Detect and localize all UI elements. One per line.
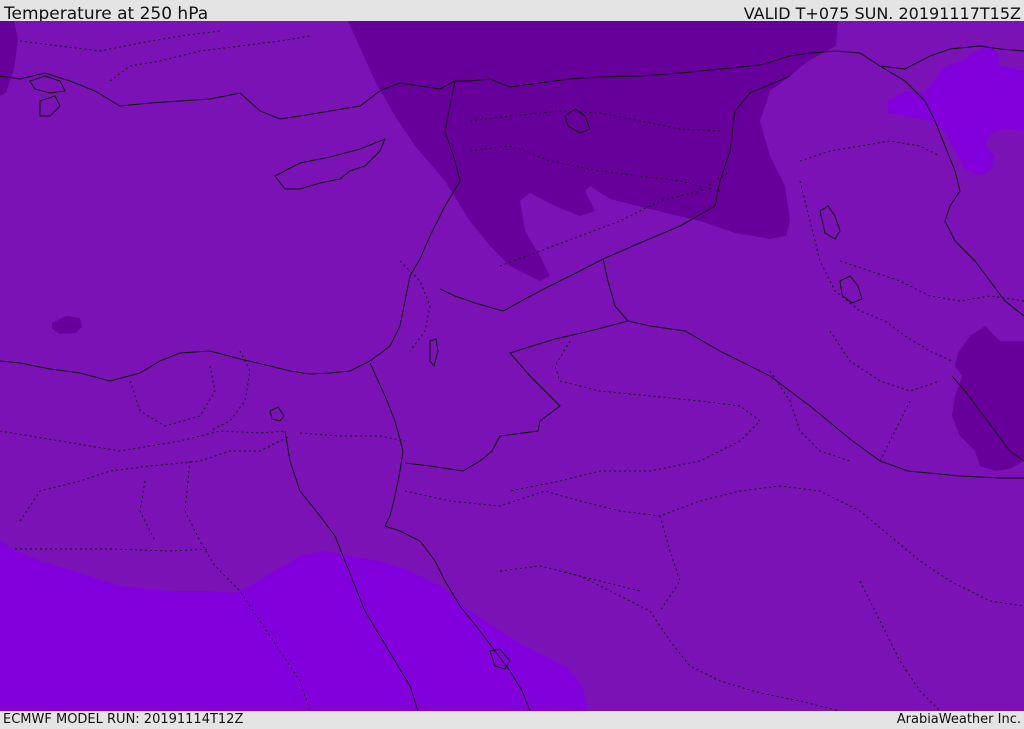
footer-bar: ECMWF MODEL RUN: 20191114T12Z ArabiaWeat…	[0, 711, 1024, 729]
map-frame: Temperature at 250 hPa VALID T+075 SUN. …	[0, 0, 1024, 729]
map-canvas	[0, 21, 1024, 711]
header-bar: Temperature at 250 hPa VALID T+075 SUN. …	[0, 0, 1024, 24]
temperature-map	[0, 21, 1024, 711]
model-run-label: ECMWF MODEL RUN: 20191114T12Z	[3, 712, 244, 727]
credit-label: ArabiaWeather Inc.	[896, 712, 1021, 727]
